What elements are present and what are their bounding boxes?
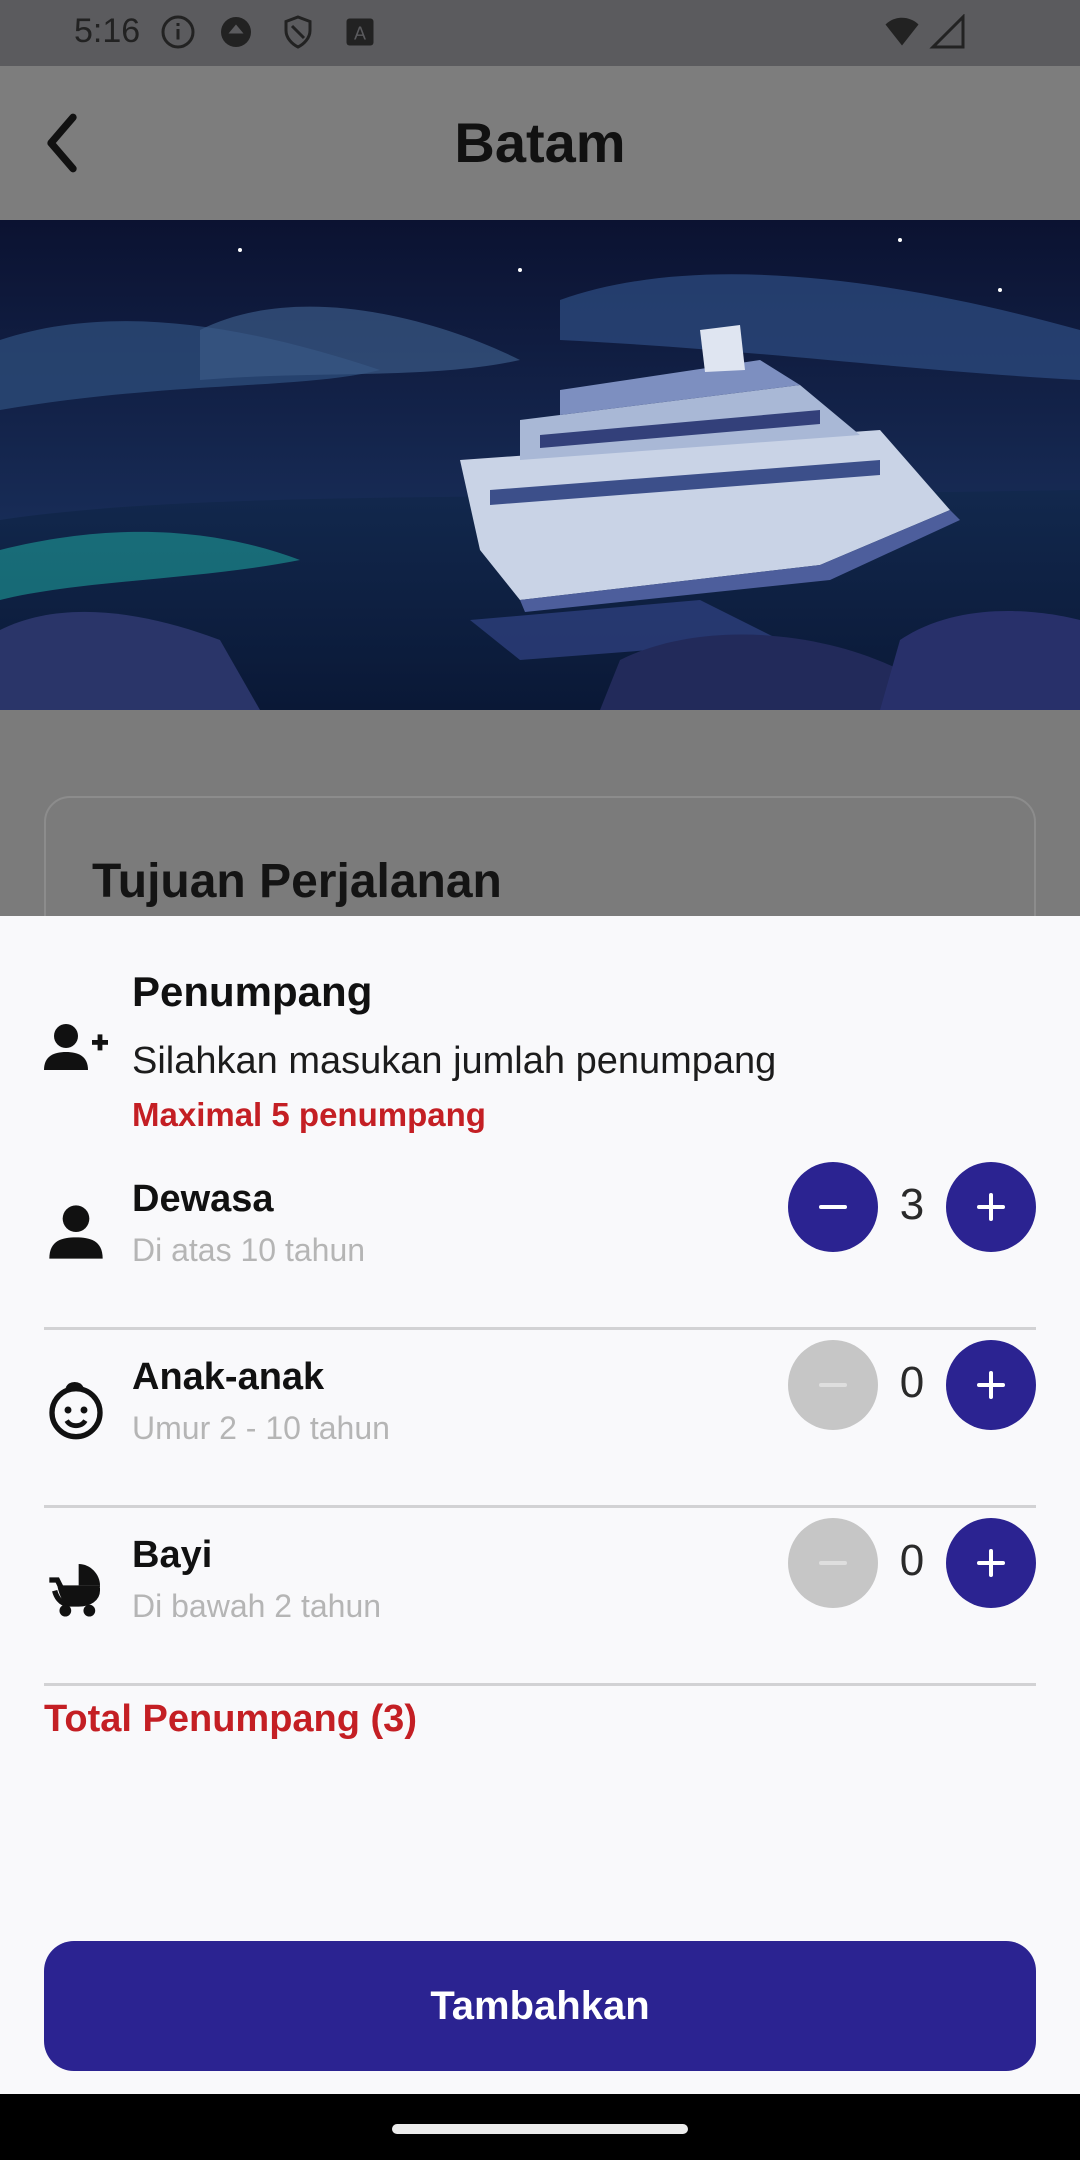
infant-sublabel: Di bawah 2 tahun [132,1588,382,1624]
child-decrement-button[interactable] [788,1340,878,1430]
infant-increment-button[interactable] [946,1518,1036,1608]
child-sublabel: Umur 2 - 10 tahun [132,1410,390,1446]
svg-text:A: A [354,24,366,44]
hero-illustration [0,220,1080,710]
page-title: Batam [454,111,626,174]
autofill-icon: A [346,18,374,46]
child-stepper: 0 [788,1340,1036,1430]
status-bar: 5:16 A [0,0,1080,66]
passenger-row-infant: Bayi Di bawah 2 tahun 0 [44,1508,1036,1686]
wifi-icon [885,17,919,46]
passenger-row-adult: Dewasa Di atas 10 tahun 3 [44,1152,1036,1330]
trip-card-title: Tujuan Perjalanan [92,855,502,908]
adult-label: Dewasa [132,1178,274,1220]
sheet-title: Penumpang [132,968,373,1015]
person-icon [49,1205,103,1259]
app-bar: Batam [0,66,1080,220]
adult-count: 3 [899,1180,925,1229]
sheet-subtitle: Silahkan masukan jumlah penumpang [132,1040,777,1082]
total-passengers: Total Penumpang (3) [44,1698,417,1740]
infant-label: Bayi [132,1534,213,1576]
stroller-icon [49,1564,101,1617]
minus-icon [819,1561,847,1565]
passenger-bottom-sheet: Penumpang Silahkan masukan jumlah penump… [0,916,1080,2094]
adult-increment-button[interactable] [946,1162,1036,1252]
info-icon [161,15,195,49]
minus-icon [819,1383,847,1387]
home-gesture-handle[interactable] [392,2124,688,2134]
child-increment-button[interactable] [946,1340,1036,1430]
adult-decrement-button[interactable] [788,1162,878,1252]
system-nav-bar [0,2094,1080,2160]
max-passenger-note: Maximal 5 penumpang [132,1096,486,1133]
shield-icon [284,15,312,49]
child-face-icon [49,1382,103,1440]
infant-decrement-button[interactable] [788,1518,878,1608]
minus-icon [819,1205,847,1209]
infant-stepper: 0 [788,1518,1036,1608]
child-count: 0 [899,1358,925,1407]
adult-sublabel: Di atas 10 tahun [132,1232,366,1268]
app-icon [221,17,251,47]
signal-icon [929,14,965,49]
person-add-icon [44,1024,108,1070]
adult-stepper: 3 [788,1162,1036,1252]
infant-count: 0 [899,1536,925,1585]
passenger-row-child: Anak-anak Umur 2 - 10 tahun 0 [44,1330,1036,1508]
child-label: Anak-anak [132,1356,325,1398]
status-time: 5:16 [74,12,141,50]
add-button[interactable]: Tambahkan [44,1941,1036,2071]
